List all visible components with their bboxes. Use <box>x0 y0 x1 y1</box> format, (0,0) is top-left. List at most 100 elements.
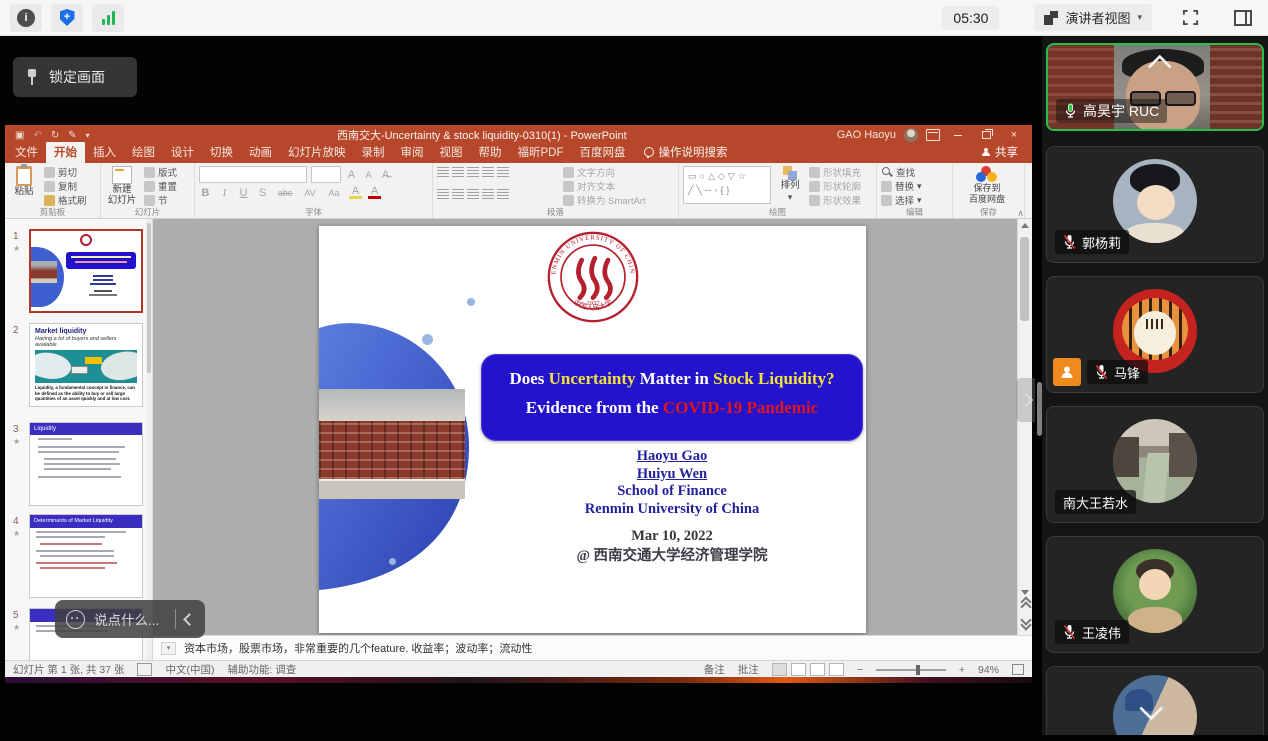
undo-icon[interactable]: ↶ <box>33 130 41 141</box>
tab-transitions[interactable]: 切换 <box>202 142 241 163</box>
close-button[interactable]: × <box>1004 129 1024 141</box>
smartart-button[interactable]: 转换为 SmartArt <box>563 194 646 206</box>
change-case-button[interactable]: Aa <box>325 188 343 198</box>
network-status-button[interactable] <box>92 4 124 32</box>
panel-collapse-tab[interactable] <box>1016 378 1035 422</box>
list-indent-icons[interactable] <box>437 166 555 178</box>
zoom-level[interactable]: 94% <box>978 664 999 676</box>
copy-button[interactable]: 复制 <box>44 180 87 192</box>
paste-button[interactable]: 粘贴 <box>9 166 39 206</box>
highlight-color-button[interactable]: A <box>349 187 362 199</box>
participant-tile-gaohaoyu[interactable]: 高昊宇 RUC <box>1046 43 1264 131</box>
new-slide-button[interactable]: 新建 幻灯片 <box>105 166 139 206</box>
share-button[interactable]: 共享 <box>968 142 1032 163</box>
participant-tile-guoyangli[interactable]: 郭杨莉 <box>1046 146 1264 263</box>
tab-draw[interactable]: 绘图 <box>124 142 163 163</box>
font-name-combobox[interactable] <box>199 166 307 183</box>
slide-editor[interactable]: RENMIN UNIVERSITY OF CHINA 1937 中国人民大学 D… <box>319 226 866 633</box>
minimize-button[interactable] <box>948 129 968 141</box>
collapse-ribbon-icon[interactable]: ∧ <box>1017 208 1024 219</box>
tab-help[interactable]: 帮助 <box>471 142 510 163</box>
save-icon[interactable]: ▣ <box>15 130 24 141</box>
accessibility-status[interactable]: 辅助功能: 调查 <box>227 662 296 677</box>
scroll-up-arrow[interactable] <box>1021 223 1029 228</box>
tab-animations[interactable]: 动画 <box>241 142 280 163</box>
fullscreen-button[interactable] <box>1175 4 1205 31</box>
find-button[interactable]: 查找 <box>881 166 948 178</box>
font-color-button[interactable]: A <box>368 187 381 199</box>
meeting-info-button[interactable]: i <box>10 4 42 32</box>
shape-fill-button[interactable]: 形状填充 <box>809 166 861 178</box>
shape-outline-button[interactable]: 形状轮廓 <box>809 180 861 192</box>
tab-design[interactable]: 设计 <box>163 142 202 163</box>
notes-toggle[interactable]: 备注 <box>704 662 725 677</box>
zoom-slider[interactable] <box>876 669 946 671</box>
participant-tile-wanglingwei[interactable]: 王凌伟 <box>1046 536 1264 653</box>
normal-view-icon[interactable] <box>772 663 787 676</box>
thumbnail-scrollbar[interactable] <box>146 219 152 660</box>
zoom-in-button[interactable]: + <box>959 664 965 676</box>
layout-button[interactable]: 版式 <box>144 166 177 178</box>
scroll-thumb[interactable] <box>1020 237 1029 321</box>
italic-button[interactable]: I <box>218 187 231 199</box>
tab-baidu-netdisk[interactable]: 百度网盘 <box>572 142 634 163</box>
pin-view-button[interactable]: 锁定画面 <box>13 57 137 97</box>
format-painter-button[interactable]: 格式刷 <box>44 194 87 206</box>
bold-button[interactable]: B <box>199 187 212 199</box>
tab-file[interactable]: 文件 <box>7 142 46 163</box>
reset-button[interactable]: 重置 <box>144 180 177 192</box>
qat-more-icon[interactable]: ▾ <box>86 131 90 140</box>
select-button[interactable]: 选择▾ <box>881 194 948 206</box>
zoom-slider-thumb[interactable] <box>916 665 920 675</box>
arrange-button[interactable]: 排列 ▾ <box>777 166 803 206</box>
underline-button[interactable]: U <box>237 187 250 199</box>
tab-home[interactable]: 开始 <box>46 142 85 163</box>
participant-tile-mafeng[interactable]: 马锋 <box>1046 276 1264 393</box>
slide-thumbnail-4[interactable]: Determinants of Market Liquidity <box>29 514 143 598</box>
language-status[interactable]: 中文(中国) <box>165 662 214 677</box>
canvas-scrollbar[interactable] <box>1017 219 1032 635</box>
scroll-up-button[interactable] <box>1142 53 1168 79</box>
ink-icon[interactable]: ✎ <box>68 130 76 141</box>
slide-thumbnail-3[interactable]: Liquidity <box>29 422 143 506</box>
chevron-left-icon[interactable] <box>183 613 196 626</box>
slide-thumbnail-1[interactable] <box>29 229 143 313</box>
alignment-icons[interactable] <box>437 188 555 200</box>
reading-view-icon[interactable] <box>810 663 825 676</box>
tab-review[interactable]: 审阅 <box>393 142 432 163</box>
previous-slide-button[interactable] <box>1022 598 1030 611</box>
view-mode-dropdown[interactable]: 演讲者视图 ▾ <box>1034 4 1152 31</box>
chat-quick-input[interactable]: 说点什么... <box>55 600 205 638</box>
save-to-baidu-button[interactable]: 保存到 百度网盘 <box>957 166 1017 204</box>
slide-sorter-icon[interactable] <box>791 663 806 676</box>
sidebar-toggle-button[interactable] <box>1228 4 1258 31</box>
participant-tile-partial[interactable] <box>1046 666 1264 735</box>
cut-button[interactable]: 剪切 <box>44 166 87 178</box>
char-spacing-button[interactable]: AV <box>301 188 319 198</box>
slideshow-icon[interactable] <box>829 663 844 676</box>
shapes-gallery[interactable]: ▭○△◇▽☆ ╱╲─◦{} <box>683 166 771 204</box>
zoom-out-button[interactable]: − <box>857 664 863 676</box>
section-button[interactable]: 节 <box>144 194 177 206</box>
scroll-down-button[interactable] <box>1142 695 1168 721</box>
align-text-button[interactable]: 对齐文本 <box>563 180 646 192</box>
tell-me-search[interactable]: 操作说明搜索 <box>634 142 738 163</box>
tab-foxit-pdf[interactable]: 福昕PDF <box>510 142 572 163</box>
chat-placeholder[interactable]: 说点什么... <box>94 609 159 629</box>
account-avatar[interactable] <box>904 128 918 142</box>
tab-slideshow[interactable]: 幻灯片放映 <box>280 142 354 163</box>
security-button[interactable]: + <box>51 4 83 32</box>
shape-effects-button[interactable]: 形状效果 <box>809 194 861 206</box>
scroll-down-arrow[interactable] <box>1021 590 1029 595</box>
comments-toggle[interactable]: 批注 <box>738 662 759 677</box>
restore-button[interactable] <box>976 129 996 141</box>
tab-insert[interactable]: 插入 <box>85 142 124 163</box>
emoji-icon[interactable] <box>66 610 85 629</box>
next-slide-button[interactable] <box>1022 616 1030 629</box>
redo-icon[interactable]: ↻ <box>51 130 59 141</box>
slide-thumbnail-2[interactable]: Market liquidity Having a lot of buyers … <box>29 323 143 407</box>
text-shadow-button[interactable]: S <box>256 187 269 199</box>
strikethrough-button[interactable]: abc <box>275 188 295 198</box>
participant-tile-wangruoshui[interactable]: 南大王若水 <box>1046 406 1264 523</box>
text-direction-button[interactable]: 文字方向 <box>563 166 646 178</box>
